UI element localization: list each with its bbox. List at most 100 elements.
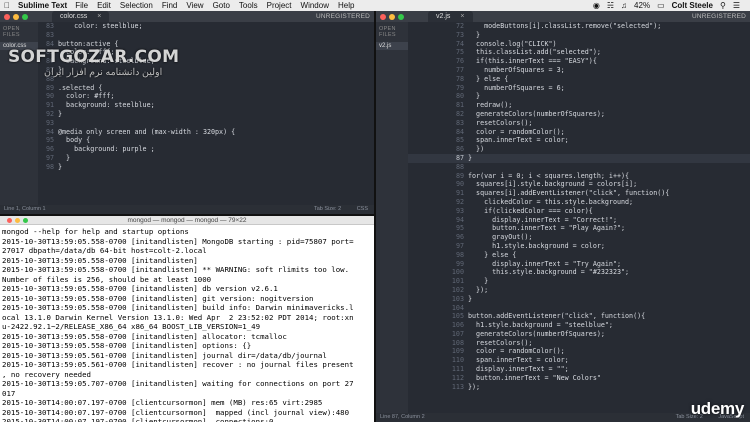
code-line[interactable]: 76 if(this.innerText === "EASY"){ (408, 57, 750, 66)
code-line[interactable]: 93 if(clickedColor === color){ (408, 207, 750, 216)
code-line[interactable]: 107 generateColors(numberOfSquares); (408, 330, 750, 339)
code-line[interactable]: 99 display.innerText = "Try Again"; (408, 260, 750, 269)
code-line[interactable]: 94 display.innerText = "Correct!"; (408, 216, 750, 225)
code-line[interactable]: 97 } (38, 154, 374, 163)
menu-list-icon[interactable]: ☰ (733, 1, 740, 10)
terminal-line: 2015-10-30T13:59:05.558-0700 [initandlis… (2, 236, 354, 246)
code-line[interactable]: 103} (408, 295, 750, 304)
app-menu-sublime-text[interactable]: Sublime Text (18, 1, 67, 10)
code-line[interactable]: 113}); (408, 383, 750, 392)
code-line[interactable]: 88 (408, 163, 750, 172)
watermark-logo: SOFTGOZAR.COM (8, 47, 180, 67)
search-icon[interactable]: ⚲ (720, 1, 726, 10)
code-line[interactable]: 93 (38, 119, 374, 128)
code-line[interactable]: 92} (38, 110, 374, 119)
code-line[interactable]: 100 this.style.background = "#232323"; (408, 268, 750, 277)
camera-icon[interactable]: ◉ (593, 1, 600, 10)
code-line[interactable]: 90 squares[i].style.background = colors[… (408, 180, 750, 189)
code-line[interactable]: 75 this.classList.add("selected"); (408, 48, 750, 57)
volume-icon[interactable]: ♫ (621, 1, 627, 10)
battery-icon[interactable]: ▭ (657, 1, 665, 10)
code-line[interactable]: 72 modeButtons[i].classList.remove("sele… (408, 22, 750, 31)
code-line[interactable]: 106 h1.style.background = "steelblue"; (408, 321, 750, 330)
menu-tools[interactable]: Tools (239, 1, 258, 10)
code-line[interactable]: 77 numberOfSquares = 3; (408, 66, 750, 75)
code-line[interactable]: 83 color: steelblue; (38, 22, 374, 31)
menu-help[interactable]: Help (338, 1, 354, 10)
zoom-icon[interactable] (22, 13, 28, 20)
zoom-icon[interactable] (23, 217, 28, 223)
menu-window[interactable]: Window (301, 1, 329, 10)
code-line[interactable]: 84 color = randomColor(); (408, 128, 750, 137)
code-line[interactable]: 109 color = randomColor(); (408, 347, 750, 356)
menu-project[interactable]: Project (267, 1, 292, 10)
terminal-line: 2015-10-30T13:59:05.558-0700 [initandlis… (2, 255, 198, 265)
code-line[interactable]: 98} (38, 163, 374, 172)
tab-size[interactable]: Tab Size: 2 (314, 206, 341, 212)
tab-color-css[interactable]: color.css × (52, 11, 110, 22)
code-line[interactable]: 89 for(var i = 0; i < squares.length; i++… (408, 172, 750, 181)
close-icon[interactable] (4, 13, 10, 20)
code-line[interactable]: 80 } (408, 92, 750, 101)
user-name[interactable]: Colt Steele (672, 1, 713, 10)
code-line[interactable]: 78 } else { (408, 75, 750, 84)
code-line[interactable]: 96 background: purple ; (38, 145, 374, 154)
minimize-icon[interactable] (13, 13, 19, 20)
code-line[interactable]: 94 @media only screen and (max-width : 32… (38, 128, 374, 137)
code-line[interactable]: 87} (408, 153, 750, 163)
close-tab-icon[interactable]: × (97, 11, 101, 22)
apple-icon[interactable]:  (4, 1, 10, 10)
code-line[interactable]: 86 }) (408, 145, 750, 154)
minimize-icon[interactable] (15, 217, 20, 223)
tab-v2-js[interactable]: v2.js × (428, 11, 473, 22)
code-line[interactable]: 110 span.innerText = color; (408, 356, 750, 365)
menu-edit[interactable]: Edit (97, 1, 111, 10)
code-text: grayOut(); (468, 233, 533, 242)
code-line[interactable]: 73 } (408, 31, 750, 40)
code-line[interactable]: 82 generateColors(numberOfSquares); (408, 110, 750, 119)
code-line[interactable]: 83 (38, 31, 374, 40)
zoom-icon[interactable] (398, 13, 404, 20)
terminal-output[interactable]: mongod --help for help and startup optio… (0, 225, 374, 422)
terminal-line: Number of files is 256, should be at lea… (2, 274, 212, 284)
close-icon[interactable] (7, 217, 12, 223)
code-line[interactable]: 112 button.innerText = "New Colors" (408, 374, 750, 383)
line-number: 72 (455, 22, 464, 30)
code-line[interactable]: 104 (408, 304, 750, 313)
code-line[interactable]: 105 button.addEventListener("click", func… (408, 312, 750, 321)
code-line[interactable]: 101 } (408, 277, 750, 286)
code-line[interactable]: 95 body { (38, 136, 374, 145)
sidebar-file-v2-js[interactable]: v2.js (376, 42, 408, 50)
code-line[interactable]: 89 .selected { (38, 84, 374, 93)
syntax-mode[interactable]: CSS (357, 206, 368, 212)
code-line[interactable]: 91 squares[i].addEventListener("click", … (408, 189, 750, 198)
code-line[interactable]: 90 color: #fff; (38, 92, 374, 101)
line-number: 98 (455, 250, 464, 259)
code-line[interactable]: 83 resetColors(); (408, 119, 750, 128)
code-line[interactable]: 81 redraw(); (408, 101, 750, 110)
close-icon[interactable] (380, 13, 386, 20)
menu-file[interactable]: File (75, 1, 88, 10)
battery-percent[interactable]: 42% (634, 1, 650, 10)
code-line[interactable]: 74 console.log("CLICK") (408, 40, 750, 49)
code-line[interactable]: 97 h1.style.background = color; (408, 242, 750, 251)
code-line[interactable]: 85 span.innerText = color; (408, 136, 750, 145)
code-line[interactable]: 108 resetColors(); (408, 339, 750, 348)
menu-find[interactable]: Find (162, 1, 178, 10)
close-tab-icon[interactable]: × (460, 11, 464, 22)
menu-view[interactable]: View (186, 1, 203, 10)
code-line[interactable]: 95 button.innerText = "Play Again?"; (408, 224, 750, 233)
code-line[interactable]: 102 }); (408, 286, 750, 295)
code-line[interactable]: 92 clickedColor = this.style.background; (408, 198, 750, 207)
terminal-window: mongod — mongod — mongod — 79×22 mongod … (0, 216, 374, 422)
code-line[interactable]: 98 } else { (408, 251, 750, 260)
code-line[interactable]: 111 display.innerText = ""; (408, 365, 750, 374)
wifi-icon[interactable]: ☵ (607, 1, 614, 10)
code-line[interactable]: 79 numberOfSquares = 6; (408, 84, 750, 93)
menu-goto[interactable]: Goto (213, 1, 230, 10)
code-editor[interactable]: 72 modeButtons[i].classList.remove("sele… (408, 22, 750, 413)
menu-selection[interactable]: Selection (120, 1, 153, 10)
code-line[interactable]: 96 grayOut(); (408, 233, 750, 242)
minimize-icon[interactable] (389, 13, 395, 20)
code-line[interactable]: 91 background: steelblue; (38, 101, 374, 110)
